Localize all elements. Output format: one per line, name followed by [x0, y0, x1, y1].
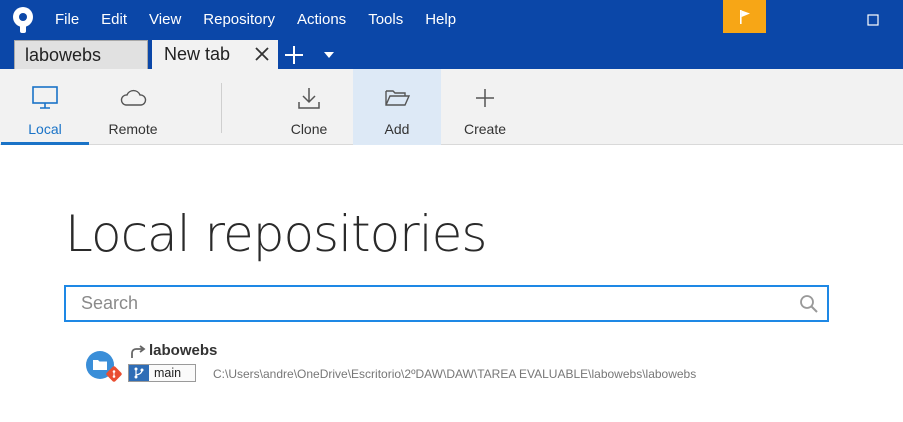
title-bar: File Edit View Repository Actions Tools … [0, 0, 903, 40]
search-icon[interactable] [799, 294, 819, 314]
menu-bar: File Edit View Repository Actions Tools … [44, 0, 467, 40]
menu-edit[interactable]: Edit [90, 0, 138, 40]
tab-list-chevron-down-icon[interactable] [322, 50, 336, 60]
remote-link-arrow-icon [131, 345, 146, 358]
tab-labowebs[interactable]: labowebs [14, 40, 148, 69]
menu-tools[interactable]: Tools [357, 0, 414, 40]
tab-strip: labowebs New tab [0, 40, 903, 69]
cloud-icon [120, 89, 147, 106]
toolbar-divider [221, 83, 222, 133]
remote-label: Remote [108, 121, 158, 137]
create-button[interactable]: Create [441, 69, 529, 145]
tab-new-tab[interactable]: New tab [152, 40, 278, 69]
branch-badge: main [128, 364, 197, 382]
menu-file[interactable]: File [44, 0, 90, 40]
notifications-flag-button[interactable] [723, 0, 766, 33]
add-button[interactable]: Add [353, 69, 441, 145]
search-box [64, 285, 829, 322]
maximize-button[interactable] [850, 0, 896, 40]
branch-icon [129, 365, 149, 381]
tab-label: New tab [164, 44, 231, 64]
flag-icon [739, 9, 750, 24]
download-icon [298, 88, 320, 109]
repository-list-item[interactable]: labowebs main C:\Users\andre\OneDrive\Es… [80, 336, 840, 386]
local-label: Local [28, 121, 62, 137]
maximize-icon [867, 14, 879, 26]
repository-name: labowebs [149, 342, 218, 359]
active-tab-indicator [1, 142, 89, 145]
plus-icon [476, 89, 494, 107]
clone-button[interactable]: Clone [265, 69, 353, 145]
monitor-icon [32, 86, 58, 109]
add-label: Add [384, 121, 410, 137]
toolbar: Local Remote Clone Add Create [0, 69, 903, 145]
create-label: Create [463, 121, 507, 137]
new-tab-plus-icon[interactable] [283, 44, 305, 66]
menu-view[interactable]: View [138, 0, 192, 40]
tab-label: labowebs [25, 44, 102, 65]
clone-label: Clone [290, 121, 328, 137]
remote-button[interactable]: Remote [89, 69, 177, 145]
page-title: Local repositories [65, 205, 487, 263]
menu-help[interactable]: Help [414, 0, 467, 40]
folder-open-icon [385, 90, 411, 106]
close-tab-icon[interactable] [254, 46, 270, 62]
menu-actions[interactable]: Actions [286, 0, 357, 40]
menu-repository[interactable]: Repository [192, 0, 286, 40]
search-input[interactable] [66, 287, 786, 320]
repository-folder-icon [86, 351, 122, 382]
local-button[interactable]: Local [1, 69, 89, 145]
branch-name: main [154, 366, 182, 380]
repository-path: C:\Users\andre\OneDrive\Escritorio\2ºDAW… [213, 367, 697, 381]
app-logo-icon[interactable] [10, 6, 36, 34]
